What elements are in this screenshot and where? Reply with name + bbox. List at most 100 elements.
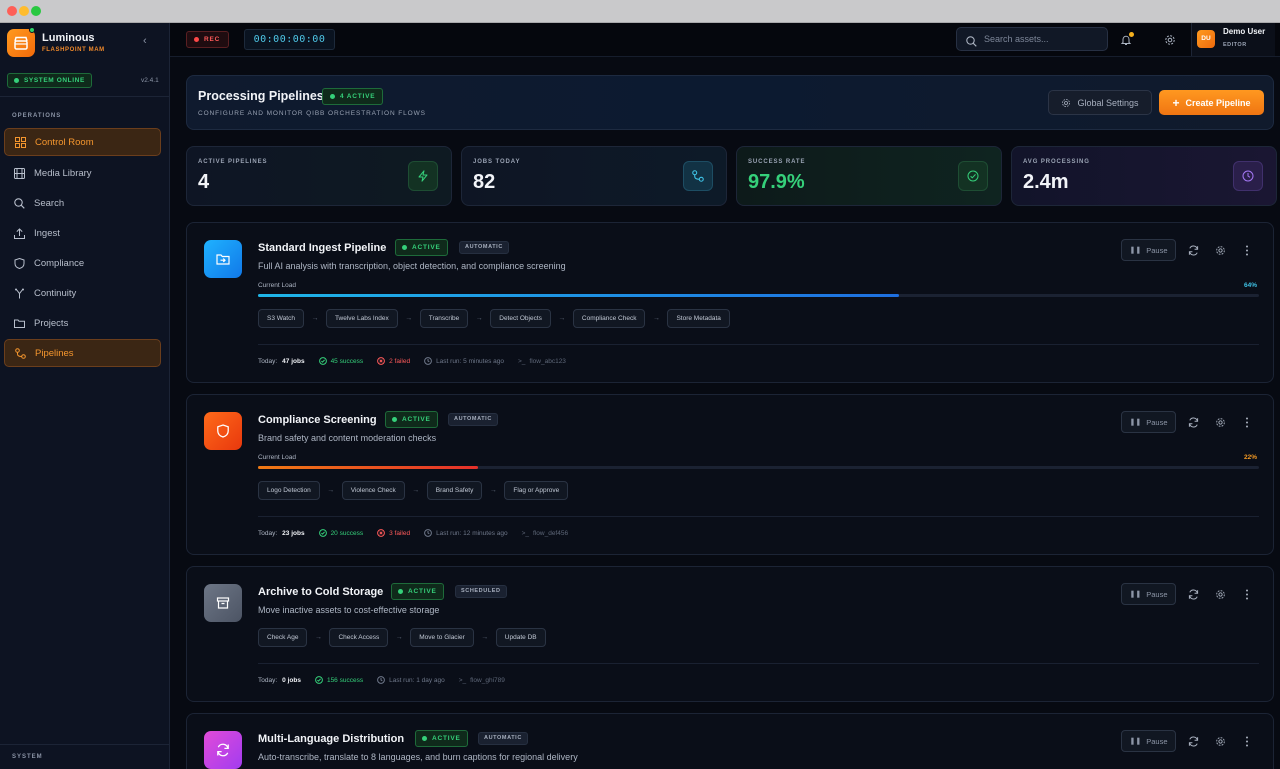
global-settings-label: Global Settings: [1077, 97, 1139, 108]
arrow-right-icon: →: [314, 634, 322, 641]
today-label: Today:: [258, 676, 278, 684]
grid-icon: [14, 136, 26, 148]
app-name: Luminous: [42, 32, 95, 44]
sidebar-item-search[interactable]: Search: [4, 189, 161, 217]
refresh-icon[interactable]: [1186, 243, 1200, 257]
jobs-count: 23 jobs: [282, 529, 305, 537]
step-chip[interactable]: S3 Watch: [258, 309, 304, 328]
sidebar-item-ingest[interactable]: Ingest: [4, 219, 161, 247]
user-menu[interactable]: DU Demo User EDITOR: [1191, 23, 1275, 56]
pause-icon: ❚❚: [1129, 419, 1142, 426]
step-chip[interactable]: Store Metadata: [667, 309, 730, 328]
terminal-icon: >_: [458, 676, 467, 684]
collapse-sidebar-icon[interactable]: ‹: [143, 35, 147, 47]
gear-icon[interactable]: [1213, 415, 1227, 429]
flow-id: >_ flow_abc123: [518, 358, 566, 365]
record-indicator[interactable]: REC: [186, 31, 230, 48]
gear-icon[interactable]: [1213, 734, 1227, 748]
close-window-button[interactable]: [7, 6, 17, 16]
load-bar: [258, 294, 1259, 297]
arrow-right-icon: →: [327, 487, 335, 494]
more-vertical-icon[interactable]: [1240, 243, 1254, 257]
step-chip[interactable]: Logo Detection: [258, 481, 320, 500]
pause-button[interactable]: ❚❚ Pause: [1121, 583, 1176, 605]
notification-dot: [1129, 32, 1134, 37]
online-indicator: [29, 27, 35, 33]
pause-button[interactable]: ❚❚ Pause: [1121, 411, 1176, 433]
pipeline-title: Multi-Language Distribution: [258, 733, 405, 745]
failed-count: 2 failed: [377, 357, 410, 365]
step-chip[interactable]: Transcribe: [419, 309, 469, 328]
refresh-icon[interactable]: [1186, 587, 1200, 601]
create-pipeline-button[interactable]: + Create Pipeline: [1159, 90, 1264, 115]
more-vertical-icon[interactable]: [1240, 415, 1254, 429]
pause-button[interactable]: ❚❚ Pause: [1121, 730, 1176, 752]
shield-icon: [204, 412, 242, 450]
sidebar-item-continuity[interactable]: Continuity: [4, 279, 161, 307]
sidebar-item-pipelines[interactable]: Pipelines: [4, 339, 161, 367]
sidebar-item-projects[interactable]: Projects: [4, 309, 161, 337]
active-count-badge: 4 ACTIVE: [322, 88, 384, 105]
sidebar-item-label: Search: [34, 197, 65, 209]
check-circle-icon: [315, 676, 323, 684]
stat-label: AVG PROCESSING: [1023, 159, 1090, 165]
pause-icon: ❚❚: [1129, 591, 1142, 598]
check-circle-icon: [958, 161, 988, 191]
load-percent: 64%: [1243, 282, 1257, 289]
pause-icon: ❚❚: [1129, 738, 1142, 745]
flow-id-text: flow_abc123: [529, 357, 566, 365]
step-chip[interactable]: Check Age: [258, 628, 308, 647]
maximize-window-button[interactable]: [31, 6, 41, 16]
refresh-icon[interactable]: [1186, 415, 1200, 429]
step-chip[interactable]: Compliance Check: [572, 309, 646, 328]
sidebar-item-media-library[interactable]: Media Library: [4, 159, 161, 187]
step-chip[interactable]: Flag or Approve: [504, 481, 569, 500]
step-chip[interactable]: Check Access: [329, 628, 389, 647]
workflow-icon: [683, 161, 713, 191]
more-vertical-icon[interactable]: [1240, 734, 1254, 748]
system-status-badge: SYSTEM ONLINE: [7, 73, 92, 88]
flow-id: >_ flow_def456: [522, 530, 568, 537]
search-box[interactable]: [956, 27, 1108, 51]
app-subtitle: FLASHPOINT MAM: [42, 47, 105, 53]
sidebar-section-label: OPERATIONS: [12, 113, 62, 119]
stat-card-success-rate: SUCCESS RATE 97.9%: [736, 146, 1002, 206]
arrow-right-icon: →: [395, 634, 403, 641]
failed-count: 3 failed: [377, 529, 410, 537]
step-chip[interactable]: Update DB: [495, 628, 546, 647]
mode-badge: SCHEDULED: [455, 585, 507, 598]
step-chip[interactable]: Detect Objects: [490, 309, 551, 328]
user-role: EDITOR: [1223, 42, 1247, 48]
global-settings-button[interactable]: Global Settings: [1048, 90, 1152, 115]
clapperboard-icon: [14, 36, 28, 50]
sidebar-item-label: Pipelines: [35, 347, 74, 359]
refresh-icon[interactable]: [1186, 734, 1200, 748]
step-chip[interactable]: Brand Safety: [426, 481, 483, 500]
gear-icon[interactable]: [1213, 243, 1227, 257]
sidebar-item-compliance[interactable]: Compliance: [4, 249, 161, 277]
check-circle-icon: [318, 529, 327, 537]
arrow-right-icon: →: [558, 315, 566, 322]
gear-icon[interactable]: [1164, 33, 1176, 51]
flow-id-text: flow_def456: [533, 529, 569, 537]
shield-icon: [13, 257, 25, 269]
minimize-window-button[interactable]: [19, 6, 29, 16]
sidebar-item-label: Compliance: [34, 257, 85, 269]
more-vertical-icon[interactable]: [1240, 587, 1254, 601]
sidebar-item-control-room[interactable]: Control Room: [4, 128, 161, 156]
gear-icon[interactable]: [1213, 587, 1227, 601]
jobs-count: 0 jobs: [282, 676, 301, 684]
page-header: Processing Pipelines 4 ACTIVE CONFIGURE …: [186, 75, 1274, 130]
search-input[interactable]: [984, 28, 1104, 50]
pipeline-steps: Check Age → Check Access → Move to Glacier…: [258, 628, 546, 647]
step-chip[interactable]: Violence Check: [341, 481, 405, 500]
step-chip[interactable]: Twelve Labs Index: [325, 309, 398, 328]
success-count: 156 success: [315, 676, 363, 684]
topbar: REC 00:00:00:00 DU Demo User EDITOR: [170, 23, 1280, 57]
sidebar-divider: [0, 744, 169, 745]
step-chip[interactable]: Move to Glacier: [410, 628, 474, 647]
brand: Luminous FLASHPOINT MAM ‹: [0, 23, 170, 61]
pause-button[interactable]: ❚❚ Pause: [1121, 239, 1176, 261]
pipeline-card-standard-ingest: Standard Ingest Pipeline ACTIVE AUTOMATI…: [186, 222, 1274, 383]
stat-card-jobs-today: JOBS TODAY 82: [461, 146, 727, 206]
